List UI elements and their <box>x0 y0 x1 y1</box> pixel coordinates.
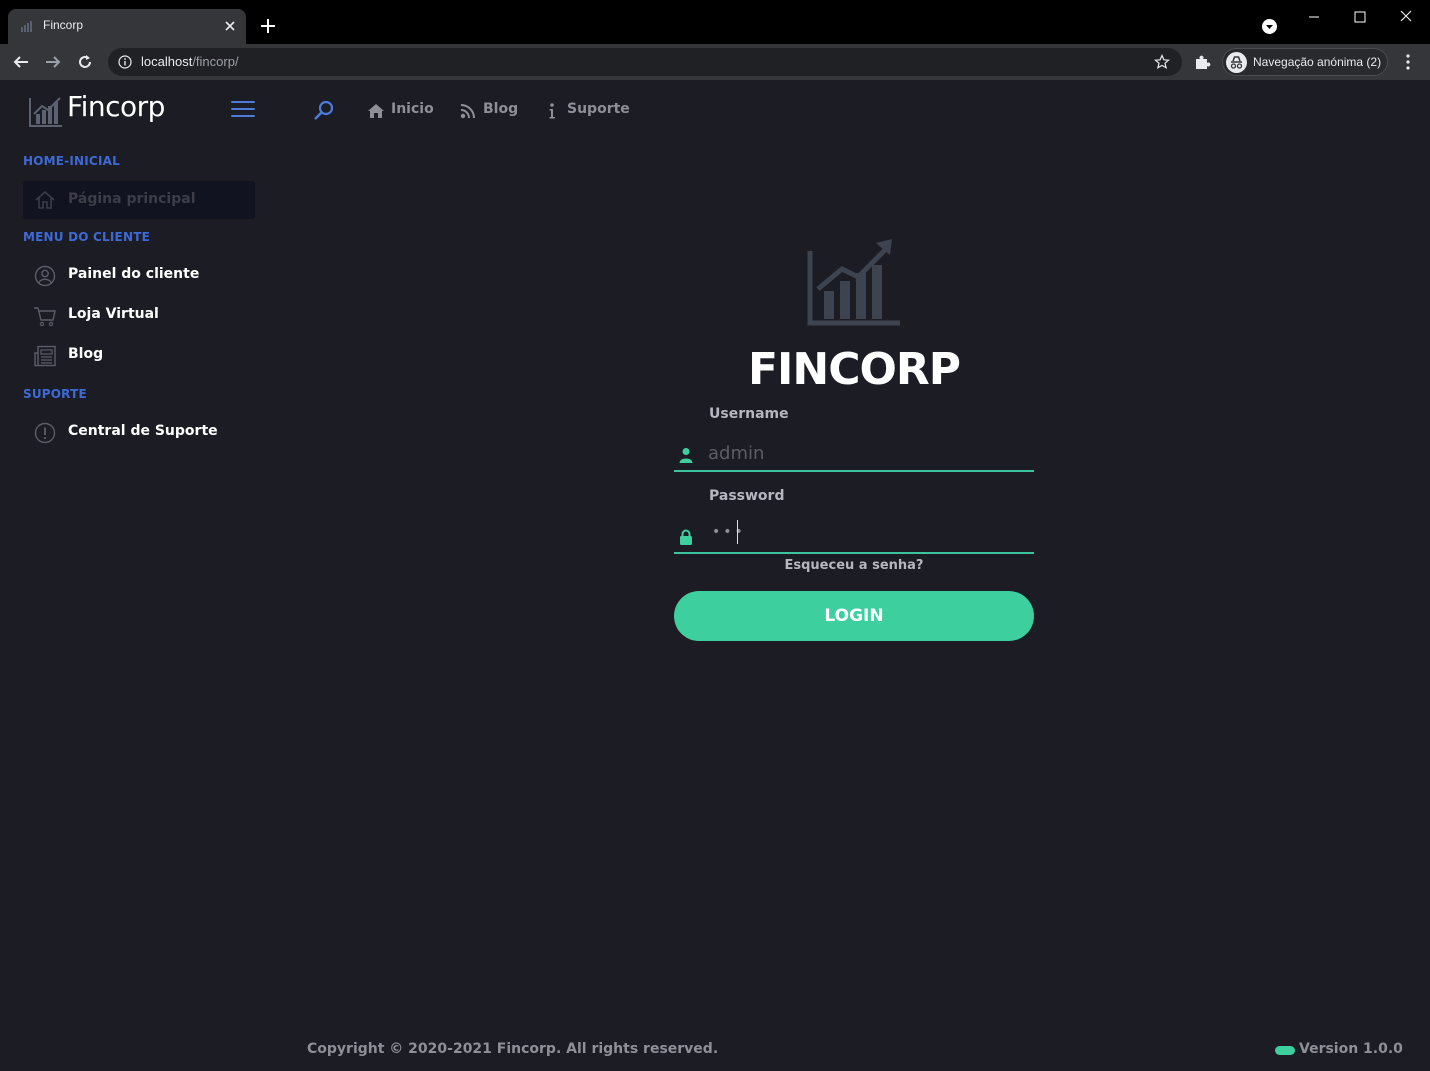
topnav-label: Inicio <box>391 101 434 117</box>
sidebar-item-label: Blog <box>68 346 104 362</box>
text-caret <box>737 520 738 544</box>
page-content: Fincorp HOME-INICIAL Página principal ME… <box>0 80 1430 1071</box>
topnav-blog[interactable]: Blog <box>459 101 521 121</box>
back-arrow-icon[interactable] <box>12 53 30 71</box>
sidebar: Fincorp HOME-INICIAL Página principal ME… <box>0 80 272 1071</box>
incognito-profile-button[interactable]: Navegação anónima (2) <box>1222 48 1388 76</box>
sidebar-item-blog[interactable]: Blog <box>23 338 255 374</box>
sidebar-item-label: Central de Suporte <box>68 423 218 439</box>
username-input[interactable] <box>708 438 1018 468</box>
section-home-inicial: HOME-INICIAL <box>23 154 120 168</box>
hamburger-menu-icon[interactable] <box>231 101 255 117</box>
incognito-icon <box>1226 52 1247 73</box>
footer-copyright: Copyright © 2020-2021 Fincorp. All right… <box>307 1041 719 1057</box>
home-icon <box>35 190 55 209</box>
sidebar-item-label: Loja Virtual <box>68 306 159 322</box>
newspaper-icon <box>34 345 56 367</box>
info-circle-icon <box>34 422 56 444</box>
fincorp-logo-icon <box>29 97 62 127</box>
browser-window: Fincorp localhost/fincorp/ Navegação anó… <box>0 0 1430 1071</box>
chart-icon <box>21 21 32 32</box>
topnav-suporte[interactable]: Suporte <box>543 101 633 121</box>
puzzle-icon[interactable] <box>1193 53 1211 71</box>
home-icon <box>368 104 384 118</box>
minimize-icon[interactable] <box>1304 8 1324 26</box>
browser-toolbar: localhost/fincorp/ Navegação anónima (2) <box>0 44 1430 80</box>
sidebar-item-loja-virtual[interactable]: Loja Virtual <box>23 298 255 334</box>
incognito-label: Navegação anónima (2) <box>1253 55 1382 69</box>
login-title: FINCORP <box>747 344 961 395</box>
sidebar-item-label: Painel do cliente <box>68 266 200 282</box>
password-label: Password <box>709 488 785 504</box>
address-bar[interactable]: localhost/fincorp/ <box>108 48 1182 76</box>
star-icon[interactable] <box>1154 54 1170 70</box>
user-circle-icon <box>34 265 56 287</box>
forgot-password-link[interactable]: Esqueceu a senha? <box>674 558 1034 573</box>
tab-title: Fincorp <box>43 18 84 32</box>
browser-tab[interactable]: Fincorp <box>8 9 246 44</box>
password-value: ••• <box>712 524 746 540</box>
lock-icon <box>680 529 692 545</box>
topnav-label: Suporte <box>567 101 630 117</box>
topnav-inicio[interactable]: Inicio <box>367 101 437 121</box>
version-badge <box>1275 1046 1295 1055</box>
close-icon[interactable] <box>222 18 238 34</box>
cart-icon <box>34 307 56 327</box>
maximize-icon[interactable] <box>1350 8 1370 26</box>
url-path: /fincorp/ <box>192 54 239 69</box>
fincorp-logo-icon <box>807 239 900 326</box>
forward-arrow-icon[interactable] <box>44 53 62 71</box>
footer-version: Version 1.0.0 <box>1299 1041 1403 1057</box>
info-icon[interactable] <box>118 55 132 69</box>
login-button[interactable]: LOGIN <box>674 591 1034 641</box>
info-icon <box>549 103 555 119</box>
user-icon <box>679 448 693 463</box>
profile-dropdown-icon[interactable] <box>1262 19 1277 34</box>
topnav-label: Blog <box>483 101 519 117</box>
tab-strip: Fincorp <box>0 0 1430 44</box>
more-vertical-icon[interactable] <box>1400 53 1416 71</box>
sidebar-item-pagina-principal[interactable]: Página principal <box>23 181 255 219</box>
window-close-icon[interactable] <box>1396 8 1416 26</box>
section-suporte: SUPORTE <box>23 387 87 401</box>
password-field[interactable]: ••• <box>674 518 1034 554</box>
sidebar-item-painel-do-cliente[interactable]: Painel do cliente <box>23 258 255 294</box>
search-icon[interactable] <box>312 99 336 123</box>
reload-icon[interactable] <box>76 53 94 71</box>
section-menu-do-cliente: MENU DO CLIENTE <box>23 230 150 244</box>
brand-name: Fincorp <box>67 90 165 123</box>
feed-icon <box>460 104 475 119</box>
username-field <box>674 436 1034 472</box>
url-host: localhost <box>141 54 193 69</box>
sidebar-item-central-de-suporte[interactable]: Central de Suporte <box>23 415 255 451</box>
plus-icon[interactable] <box>259 17 277 35</box>
username-label: Username <box>709 406 789 422</box>
sidebar-item-label: Página principal <box>68 191 196 207</box>
url-text: localhost/fincorp/ <box>141 54 239 69</box>
